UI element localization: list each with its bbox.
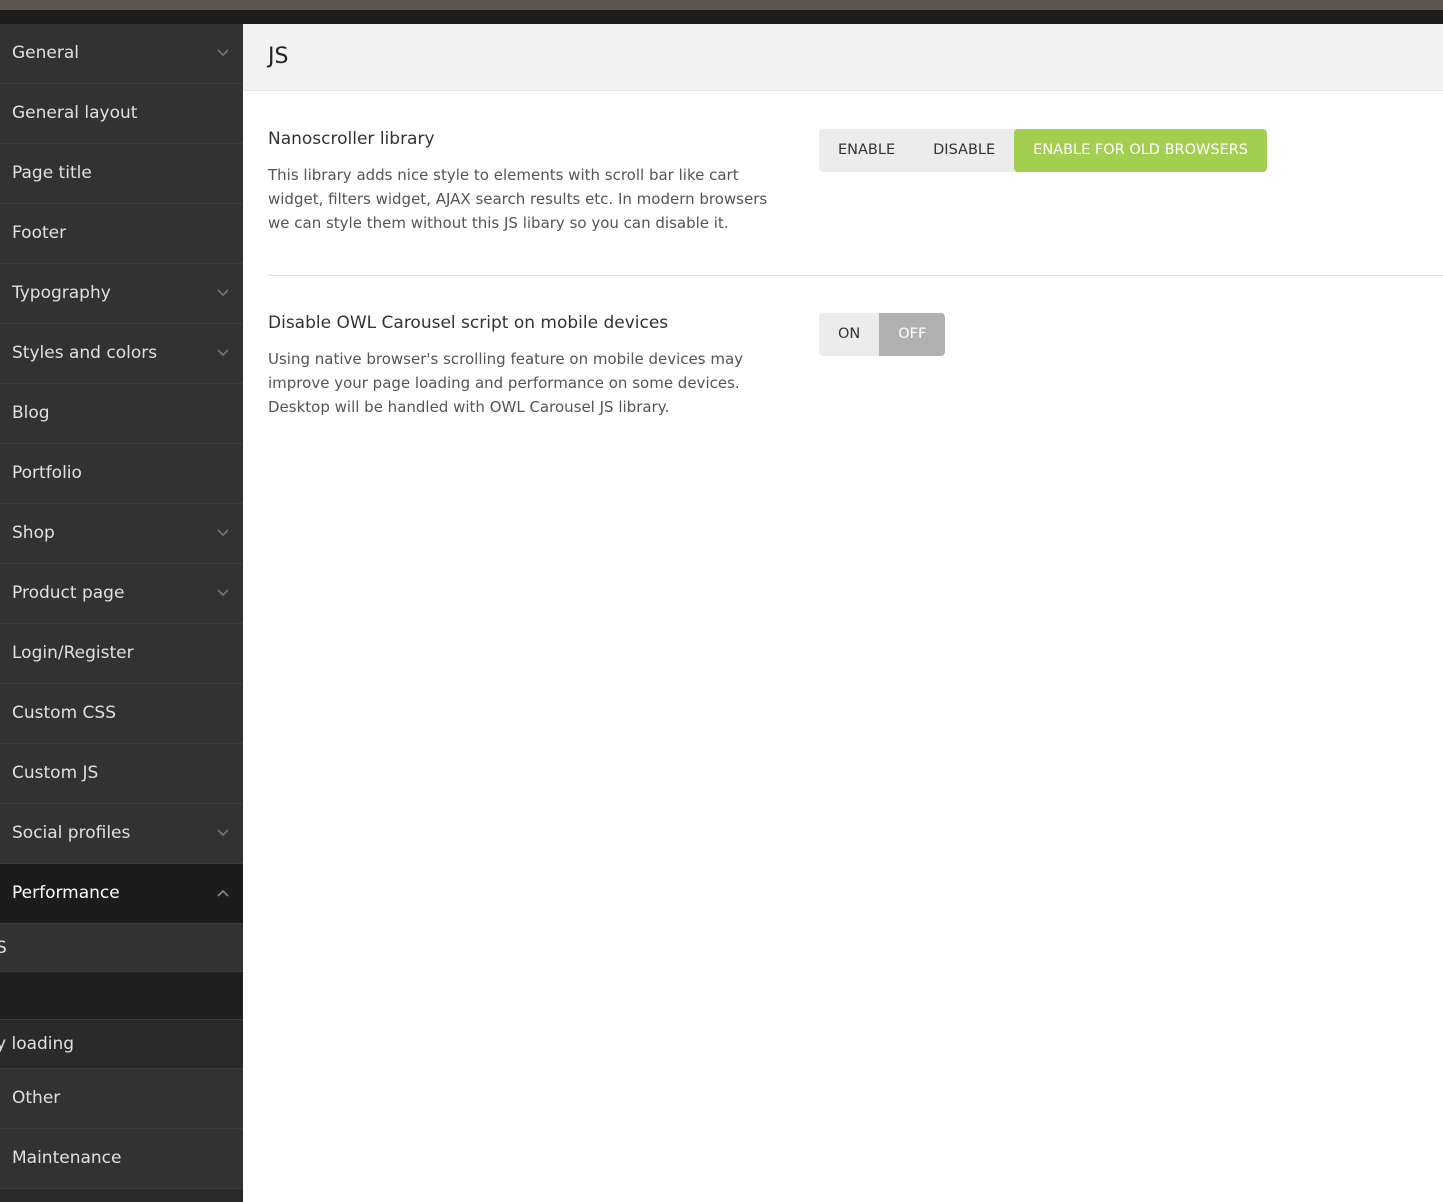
options-panel: JS Nanoscroller library This library add… bbox=[243, 24, 1443, 1202]
sidebar-item-maintenance[interactable]: Maintenance bbox=[0, 1129, 243, 1189]
sidebar-item-styles-and-colors[interactable]: Styles and colors bbox=[0, 324, 243, 384]
browser-top-strip bbox=[0, 0, 1443, 10]
disable-button[interactable]: DISABLE bbox=[914, 129, 1014, 172]
chevron-down-icon bbox=[217, 289, 229, 297]
sidebar-item-portfolio[interactable]: Portfolio bbox=[0, 444, 243, 504]
sidebar-item-label: Footer bbox=[12, 223, 67, 243]
off-button[interactable]: OFF bbox=[879, 313, 946, 356]
sidebar-item-label: Social profiles bbox=[12, 823, 131, 843]
sidebar-item-label: Login/Register bbox=[12, 643, 134, 663]
nanoscroller-button-set: ENABLE DISABLE ENABLE FOR OLD BROWSERS bbox=[819, 129, 1268, 172]
option-description: This library adds nice style to elements… bbox=[268, 166, 768, 232]
sidebar-item-page-title[interactable]: Page title bbox=[0, 144, 243, 204]
sidebar-item-label: Page title bbox=[12, 163, 92, 183]
sidebar-item-label: Shop bbox=[12, 523, 55, 543]
sidebar-item-social-profiles[interactable]: Social profiles bbox=[0, 804, 243, 864]
enable-button[interactable]: ENABLE bbox=[819, 129, 914, 172]
sidebar-subitem-js[interactable] bbox=[0, 972, 243, 1020]
sidebar-item-label: General bbox=[12, 43, 79, 63]
section-header: JS bbox=[243, 24, 1443, 91]
chevron-down-icon bbox=[217, 589, 229, 597]
sidebar-item-label: Product page bbox=[12, 583, 125, 603]
sidebar-item-label: Performance bbox=[12, 883, 120, 903]
sidebar-item-label: Portfolio bbox=[12, 463, 82, 483]
sidebar-item-general[interactable]: General bbox=[0, 24, 243, 84]
sidebar-item-label: Other bbox=[12, 1088, 61, 1108]
sidebar-item-label: Maintenance bbox=[12, 1148, 122, 1168]
sidebar-item-blog[interactable]: Blog bbox=[0, 384, 243, 444]
sidebar-item-label: Styles and colors bbox=[12, 343, 158, 363]
sidebar-subitem-css-js[interactable]: S bbox=[0, 924, 243, 972]
sidebar-subitem-label: y loading bbox=[0, 1034, 75, 1054]
sidebar-item-label: Custom CSS bbox=[12, 703, 116, 723]
option-divider bbox=[268, 275, 1443, 276]
option-description: Using native browser's scrolling feature… bbox=[268, 350, 744, 416]
sidebar-item-performance[interactable]: Performance bbox=[0, 864, 243, 924]
on-button[interactable]: ON bbox=[819, 313, 879, 356]
sidebar-subitem-lazy-loading[interactable]: y loading bbox=[0, 1020, 243, 1069]
chevron-down-icon bbox=[217, 529, 229, 537]
sidebar-subitem-label: S bbox=[0, 924, 7, 971]
sidebar-item-label: Typography bbox=[12, 283, 111, 303]
chevron-down-icon bbox=[217, 349, 229, 357]
options-sidebar: General General layout Page title Footer… bbox=[0, 24, 243, 1202]
sidebar-item-shop[interactable]: Shop bbox=[0, 504, 243, 564]
sidebar-item-general-layout[interactable]: General layout bbox=[0, 84, 243, 144]
sidebar-item-label: General layout bbox=[12, 103, 138, 123]
enable-for-old-browsers-button[interactable]: ENABLE FOR OLD BROWSERS bbox=[1014, 129, 1268, 172]
page-title: JS bbox=[268, 44, 289, 69]
chevron-down-icon bbox=[217, 49, 229, 57]
sidebar-item-footer[interactable]: Footer bbox=[0, 204, 243, 264]
sidebar-item-other[interactable]: Other bbox=[0, 1069, 243, 1129]
sidebar-item-label: Blog bbox=[12, 403, 50, 423]
chevron-down-icon bbox=[217, 829, 229, 837]
owl-carousel-toggle: ON OFF bbox=[819, 313, 946, 356]
sidebar-item-product-page[interactable]: Product page bbox=[0, 564, 243, 624]
admin-bar bbox=[0, 10, 1443, 24]
sidebar-item-custom-css[interactable]: Custom CSS bbox=[0, 684, 243, 744]
sidebar-item-typography[interactable]: Typography bbox=[0, 264, 243, 324]
sidebar-item-custom-js[interactable]: Custom JS bbox=[0, 744, 243, 804]
chevron-up-icon bbox=[217, 889, 229, 897]
sidebar-item-label: Custom JS bbox=[12, 763, 99, 783]
sidebar-item-login-register[interactable]: Login/Register bbox=[0, 624, 243, 684]
